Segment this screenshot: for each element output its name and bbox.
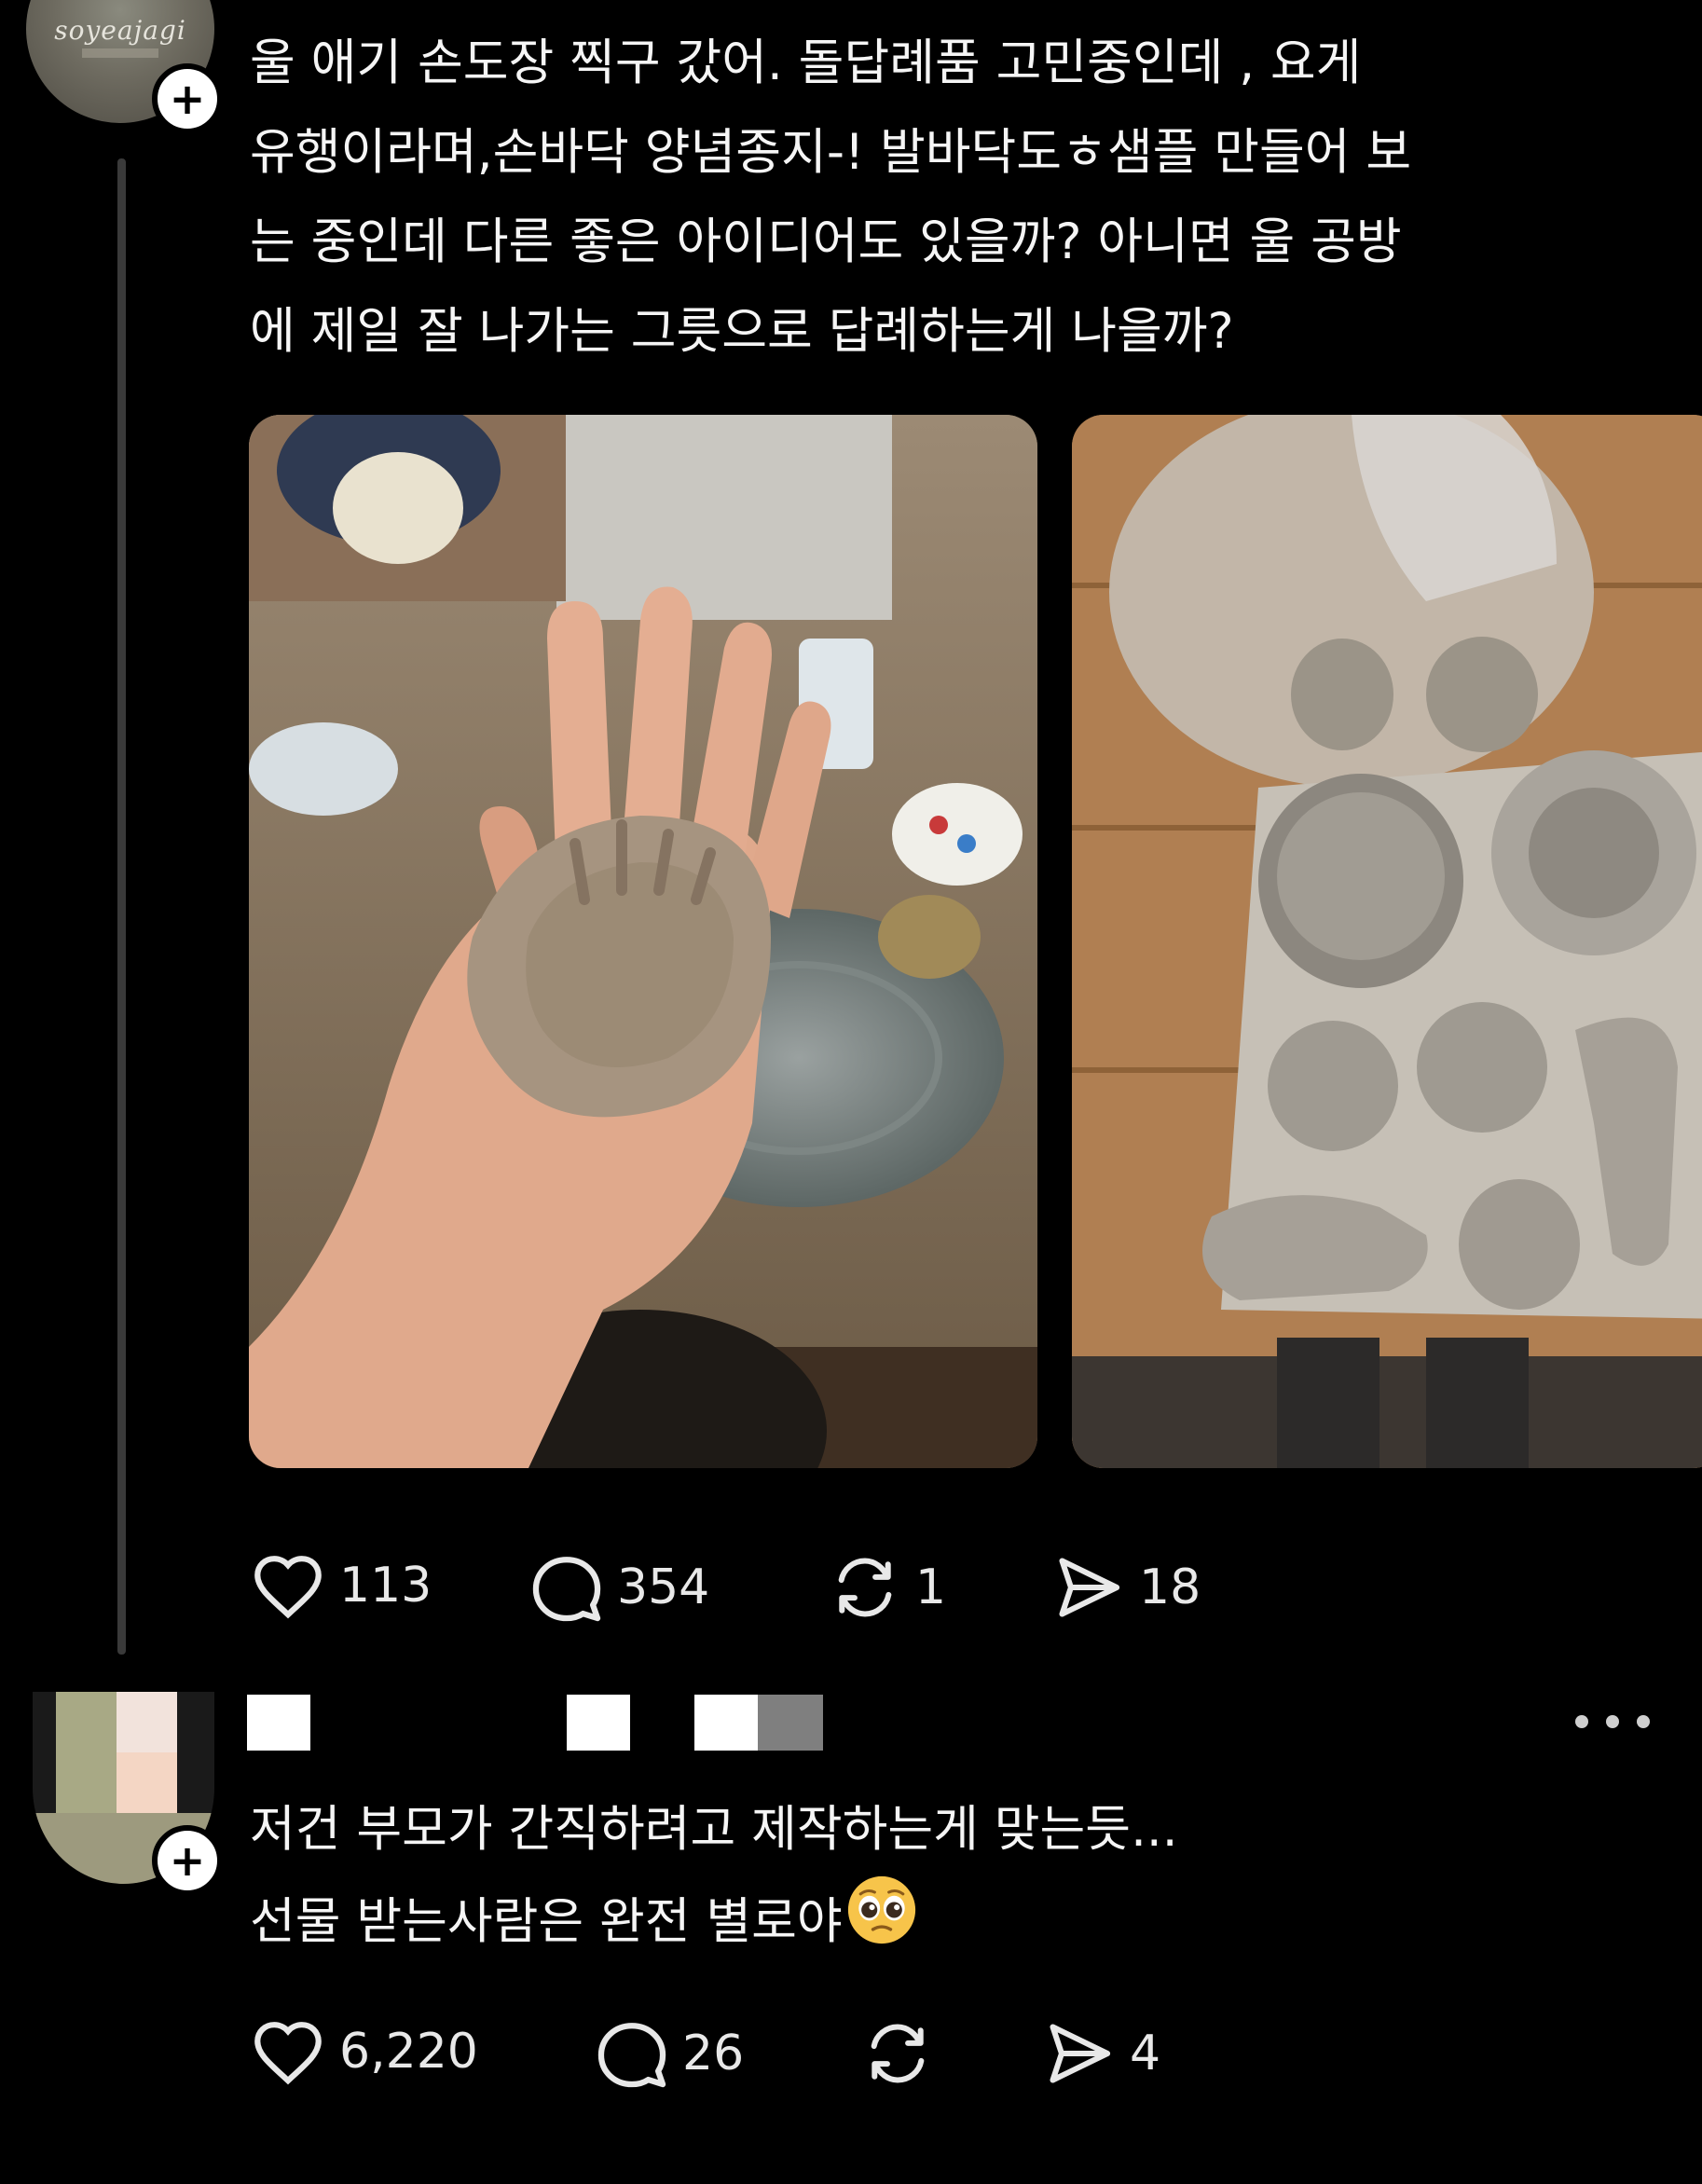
pleading-face-emoji xyxy=(846,1875,917,1974)
comment-count: 26 xyxy=(682,2026,745,2081)
like-button[interactable]: 113 xyxy=(250,1552,432,1619)
like-count: 113 xyxy=(339,1558,432,1614)
avatar-logo-underline xyxy=(82,48,158,58)
dot xyxy=(1575,1715,1588,1728)
avatar-pixel-block xyxy=(117,1752,177,1813)
thread-line xyxy=(117,158,126,1655)
share-button[interactable]: 18 xyxy=(1051,1552,1201,1623)
avatar-pixel-block xyxy=(56,1692,117,1813)
more-dots-icon[interactable] xyxy=(1575,1708,1650,1736)
post-line: 유행이라며,손바닥 양념종지-! 발바닥도ㅎ샘플 만들어 보 xyxy=(250,124,1412,181)
repost-icon xyxy=(838,1558,892,1617)
dot xyxy=(1606,1715,1619,1728)
reply-line-with-emoji: 선물 받는사람은 완전 별로야 xyxy=(250,1875,1667,1974)
follow-plus-icon[interactable]: + xyxy=(152,1825,223,1896)
comment-button[interactable]: 354 xyxy=(529,1552,709,1623)
comment-button[interactable]: 26 xyxy=(595,2018,744,2089)
like-count: 6,220 xyxy=(339,2024,478,2080)
like-button[interactable]: 6,220 xyxy=(250,2018,478,2085)
share-button[interactable]: 4 xyxy=(1042,2018,1160,2089)
repost-count: 1 xyxy=(915,1559,947,1615)
post-body: 울 애기 손도장 찍구 갔어. 돌답례품 고민중인데 , 요게 유행이라며,손바… xyxy=(250,19,1667,377)
repost-icon xyxy=(871,2024,925,2083)
post-line: 울 애기 손도장 찍구 갔어. 돌답례품 고민중인데 , 요게 xyxy=(250,34,1362,91)
follow-plus-icon[interactable]: + xyxy=(152,63,223,134)
post-photo-handprint-dish[interactable] xyxy=(249,415,1037,1468)
heart-icon xyxy=(254,1556,322,1619)
post-line: 에 제일 잘 나가는 그릇으로 답례하는게 나을까? xyxy=(250,303,1234,360)
comment-count: 354 xyxy=(617,1559,710,1615)
handprint-photo-illustration xyxy=(249,415,1037,1468)
ceramics-photo-illustration xyxy=(1072,415,1702,1468)
send-icon xyxy=(1059,1558,1120,1617)
username-censor-block xyxy=(758,1695,823,1751)
username-censor-block xyxy=(247,1695,310,1751)
reply-line: 선물 받는사람은 완전 별로야 xyxy=(250,1893,843,1951)
send-icon xyxy=(1050,2024,1111,2083)
reply-line: 저건 부모가 간직하려고 제작하는게 맞는듯... xyxy=(250,1801,1178,1858)
reply-body: 저건 부모가 간직하려고 제작하는게 맞는듯... 선물 받는사람은 완전 별로… xyxy=(250,1785,1667,1974)
comment-bubble-icon xyxy=(532,1557,601,1622)
post-line: 는 중인데 다른 좋은 아이디어도 있을까? 아니면 울 공방 xyxy=(250,213,1402,270)
dot xyxy=(1637,1715,1650,1728)
heart-icon xyxy=(254,2022,322,2085)
share-count: 18 xyxy=(1139,1559,1201,1615)
avatar-pixel-block xyxy=(117,1692,177,1752)
username-censor-block xyxy=(567,1695,630,1751)
repost-button[interactable] xyxy=(860,2018,948,2089)
repost-button[interactable]: 1 xyxy=(828,1552,946,1623)
comment-bubble-icon xyxy=(597,2023,666,2088)
share-count: 4 xyxy=(1130,2026,1161,2081)
post-photo-ceramic-pieces[interactable] xyxy=(1072,415,1702,1468)
avatar-logo-text: soyeajagi xyxy=(54,15,186,46)
username-censor-block xyxy=(694,1695,758,1751)
